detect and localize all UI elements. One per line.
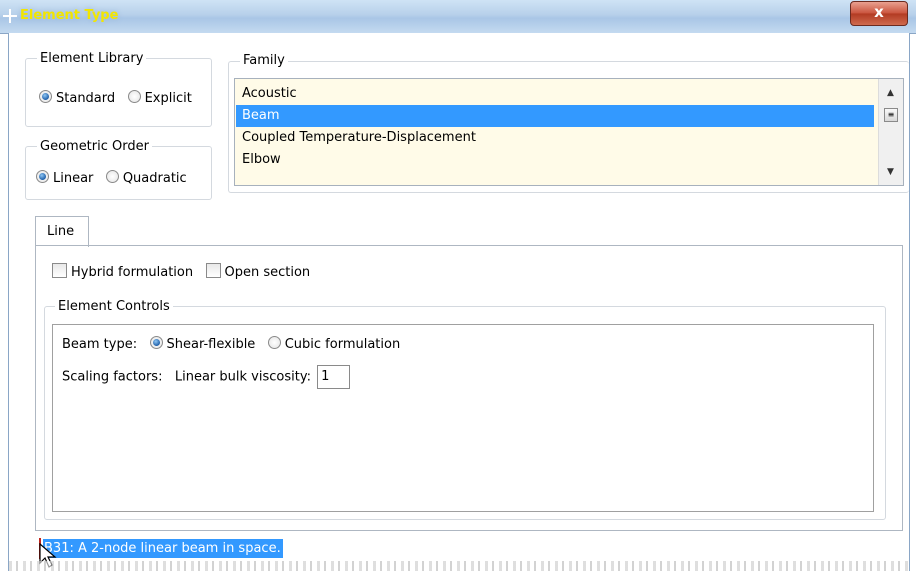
beam-type-label: Beam type:: [62, 337, 138, 352]
radio-standard-indicator[interactable]: [39, 90, 52, 103]
radio-quadratic-indicator[interactable]: [105, 170, 119, 183]
radio-linear[interactable]: Linear: [36, 170, 98, 186]
tab-line[interactable]: Line: [35, 216, 89, 247]
element-library-options: Standard Explicit: [39, 90, 192, 106]
open-section-label: Open section: [224, 265, 311, 280]
title-bar[interactable]: Element Type x: [0, 0, 916, 34]
family-item-coupled-temperature-displacement[interactable]: Coupled Temperature-Displacement: [236, 127, 874, 149]
tab-line-label: Line: [47, 224, 75, 239]
formulation-options: Hybrid formulation Open section: [52, 263, 310, 280]
close-icon: x: [874, 3, 884, 21]
linear-bulk-viscosity-input[interactable]: 1: [317, 365, 351, 389]
geometric-order-label: Geometric Order: [37, 139, 152, 154]
radio-cubic-formulation-label: Cubic formulation: [284, 337, 401, 352]
radio-shear-flexible-indicator[interactable]: [149, 336, 163, 349]
element-type-dialog: Element Library Standard Explicit Geomet…: [8, 33, 910, 571]
radio-quadratic-label: Quadratic: [122, 171, 187, 186]
radio-shear-flexible[interactable]: Shear-flexible: [149, 336, 260, 352]
beam-type-row: Beam type: Shear-flexible Cubic formulat…: [62, 336, 400, 352]
torn-edge: [9, 561, 909, 571]
radio-linear-label: Linear: [53, 171, 94, 186]
hybrid-formulation-checkbox[interactable]: Hybrid formulation: [52, 263, 197, 280]
radio-explicit-label: Explicit: [144, 91, 192, 106]
scroll-thumb-icon[interactable]: ≡: [884, 108, 898, 122]
linear-bulk-viscosity-label: Linear bulk viscosity:: [174, 369, 311, 385]
hybrid-formulation-label: Hybrid formulation: [71, 265, 194, 280]
family-item-elbow[interactable]: Elbow: [236, 149, 874, 171]
scaling-factors-label: Scaling factors:: [62, 369, 163, 385]
family-item-acoustic[interactable]: Acoustic: [236, 83, 874, 105]
element-controls-label: Element Controls: [55, 299, 173, 314]
open-section-checkbox[interactable]: Open section: [205, 263, 311, 280]
radio-standard-label: Standard: [56, 91, 116, 106]
scroll-up-icon[interactable]: ▲: [887, 88, 894, 98]
scaling-factors-row: Scaling factors: Linear bulk viscosity: …: [62, 365, 351, 389]
radio-shear-flexible-label: Shear-flexible: [166, 337, 256, 352]
element-description: B31: A 2-node linear beam in space.: [43, 539, 283, 558]
radio-cubic-formulation-indicator[interactable]: [267, 336, 281, 349]
radio-quadratic[interactable]: Quadratic: [105, 170, 187, 186]
radio-explicit[interactable]: Explicit: [127, 90, 192, 106]
geometric-order-options: Linear Quadratic: [36, 170, 187, 186]
app-cross-icon: [3, 9, 17, 23]
close-button[interactable]: x: [850, 1, 908, 26]
family-scrollbar[interactable]: ▲ ≡ ▼: [878, 79, 903, 185]
window-title: Element Type: [20, 8, 119, 23]
radio-explicit-indicator[interactable]: [127, 90, 141, 103]
family-listbox[interactable]: Acoustic Beam Coupled Temperature-Displa…: [234, 78, 904, 186]
scroll-down-icon[interactable]: ▼: [887, 167, 894, 177]
family-item-beam[interactable]: Beam: [236, 105, 874, 127]
element-library-label: Element Library: [37, 51, 147, 66]
family-label: Family: [240, 53, 288, 68]
hybrid-formulation-box[interactable]: [52, 263, 67, 278]
open-section-box[interactable]: [205, 263, 221, 278]
element-controls-panel: [52, 324, 874, 512]
radio-cubic-formulation[interactable]: Cubic formulation: [267, 336, 401, 352]
radio-linear-indicator[interactable]: [36, 170, 49, 183]
radio-standard[interactable]: Standard: [39, 90, 119, 106]
